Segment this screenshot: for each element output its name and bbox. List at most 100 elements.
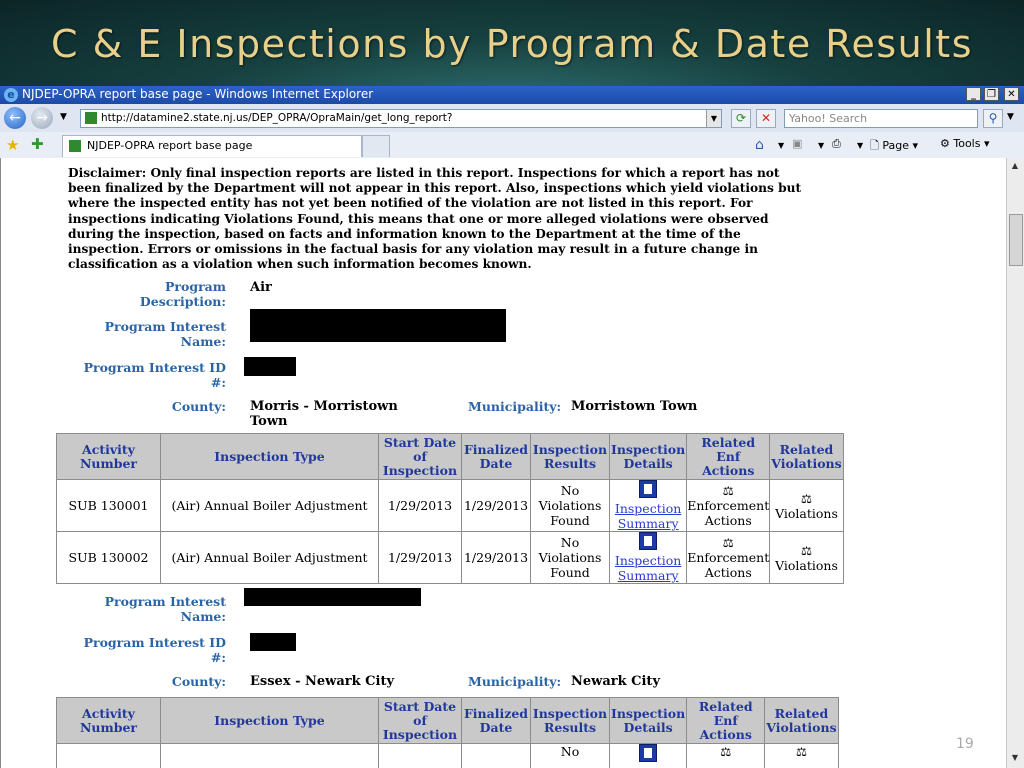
col-finalized-date: Finalized Date (461, 697, 531, 744)
program-interest-name-label: Program Interest Name: (104, 319, 226, 349)
close-window-button[interactable]: ✕ (1004, 87, 1019, 101)
address-dropdown-icon[interactable]: ▼ (706, 110, 721, 127)
table-row: SUB 130002 (Air) Annual Boiler Adjustmen… (56, 531, 844, 584)
finalized-date (461, 743, 531, 768)
tab-bar: ★ ✚ NJDEP-OPRA report base page ⌂ ▼ ▣ ▼ … (0, 132, 1024, 159)
print-icon[interactable]: ⎙ (832, 137, 841, 151)
redacted-interest-id (244, 357, 296, 376)
inspection-summary-link[interactable]: Inspection Summary (615, 553, 681, 583)
inspection-details-cell[interactable] (608, 743, 688, 768)
enforcement-gavel-icon[interactable]: ⚖ (720, 744, 731, 759)
col-activity-number: Activity Number (56, 697, 161, 744)
page-menu[interactable]: 🗋 Page ▾ (870, 137, 918, 156)
inspections-table: Activity Number Inspection Type Start Da… (56, 433, 844, 584)
inspection-summary-icon[interactable] (639, 744, 658, 762)
col-inspection-type: Inspection Type (160, 697, 379, 744)
inspection-summary-link[interactable]: Inspection Summary (615, 501, 681, 531)
enforcement-gavel-icon[interactable]: ⚖ (723, 535, 734, 550)
minimize-button[interactable]: _ (966, 87, 981, 101)
home-dropdown-icon[interactable]: ▼ (778, 141, 784, 150)
search-input[interactable]: Yahoo! Search (784, 109, 978, 128)
violations-link[interactable]: Violations (775, 506, 838, 521)
enforcement-gavel-icon[interactable]: ⚖ (723, 483, 734, 498)
col-start-date: Start Date of Inspection (378, 697, 462, 744)
forward-button[interactable]: → (31, 107, 53, 129)
window-title: NJDEP-OPRA report base page - Windows In… (22, 87, 374, 101)
inspection-summary-icon[interactable] (639, 532, 658, 550)
activity-number (56, 743, 161, 768)
address-toolbar: ← → ▼ http://datamine2.state.nj.us/DEP_O… (0, 104, 1024, 133)
page-menu-label: Page (882, 139, 909, 152)
col-activity-number: Activity Number (56, 433, 161, 480)
enforcement-actions-cell[interactable]: ⚖ Enforcement Actions (686, 479, 771, 532)
program-interest-id-label: Program Interest ID #: (83, 360, 226, 390)
col-inspection-results: Inspection Results (530, 697, 610, 744)
program-interest-id-label: Program Interest ID #: (83, 635, 226, 665)
refresh-button[interactable]: ⟳ (731, 109, 751, 128)
scrollbar-thumb[interactable] (1009, 214, 1023, 266)
col-finalized-date: Finalized Date (461, 433, 531, 480)
restore-button[interactable]: ❐ (984, 87, 999, 101)
new-tab-button[interactable] (362, 135, 390, 157)
print-dropdown-icon[interactable]: ▼ (857, 141, 863, 150)
municipality-value: Newark City (571, 674, 660, 689)
violations-scales-icon[interactable]: ⚖ (801, 491, 812, 506)
back-button[interactable]: ← (4, 107, 26, 129)
table-header-row: Activity Number Inspection Type Start Da… (56, 697, 839, 744)
finalized-date: 1/29/2013 (461, 479, 531, 532)
enforcement-actions-link[interactable]: Enforcement Actions (687, 550, 769, 580)
history-dropdown-icon[interactable]: ▼ (60, 112, 67, 122)
county-value: Essex - Newark City (250, 674, 395, 689)
inspection-summary-icon[interactable] (639, 480, 658, 498)
tab-favicon-icon (69, 140, 81, 152)
program-interest-name-label: Program Interest Name: (104, 594, 226, 624)
inspection-details-cell[interactable]: Inspection Summary (608, 531, 688, 584)
disclaimer-text: Disclaimer: Only final inspection report… (68, 166, 802, 272)
col-inspection-results: Inspection Results (530, 433, 610, 480)
stop-button[interactable]: ✕ (756, 109, 776, 128)
violations-cell[interactable]: ⚖ Violations (769, 531, 844, 584)
enforcement-actions-cell[interactable]: ⚖ (686, 743, 766, 768)
violations-cell[interactable]: ⚖ Violations (769, 479, 844, 532)
add-favorite-icon[interactable]: ✚ (31, 135, 44, 153)
search-options-icon[interactable]: ▼ (1007, 112, 1014, 122)
tab-report-base-page[interactable]: NJDEP-OPRA report base page (62, 135, 362, 157)
scroll-up-icon[interactable]: ▲ (1009, 160, 1021, 172)
favorites-star-icon[interactable]: ★ (6, 136, 19, 154)
scroll-down-icon[interactable]: ▼ (1009, 752, 1021, 764)
col-related-violations: Related Violations (769, 433, 844, 480)
violations-link[interactable]: Violations (775, 558, 838, 573)
tab-label: NJDEP-OPRA report base page (87, 139, 253, 152)
enforcement-actions-cell[interactable]: ⚖ Enforcement Actions (686, 531, 771, 584)
violations-cell[interactable]: ⚖ (764, 743, 839, 768)
col-related-enf-actions: Related Enf Actions (686, 433, 771, 480)
enforcement-actions-link[interactable]: Enforcement Actions (687, 498, 769, 528)
tools-menu[interactable]: ⚙ Tools ▾ (940, 137, 990, 150)
violations-scales-icon[interactable]: ⚖ (801, 543, 812, 558)
feeds-dropdown-icon[interactable]: ▼ (818, 141, 824, 150)
table-row: No ⚖ ⚖ (56, 743, 839, 768)
redacted-interest-name (250, 309, 506, 342)
start-date: 1/29/2013 (378, 531, 462, 584)
col-inspection-details: Inspection Details (608, 697, 688, 744)
col-inspection-type: Inspection Type (160, 433, 379, 480)
table-row: SUB 130001 (Air) Annual Boiler Adjustmen… (56, 479, 844, 532)
search-placeholder: Yahoo! Search (789, 112, 868, 125)
ie-logo-icon: e (4, 88, 18, 102)
search-button[interactable]: ⚲ (983, 109, 1003, 128)
county-label: County: (171, 674, 226, 689)
address-input[interactable]: http://datamine2.state.nj.us/DEP_OPRA/Op… (80, 109, 722, 128)
county-label: County: (171, 399, 226, 414)
violations-scales-icon[interactable]: ⚖ (796, 744, 807, 759)
col-start-date: Start Date of Inspection (378, 433, 462, 480)
home-icon[interactable]: ⌂ (755, 137, 764, 153)
program-description-label: Program Description: (139, 279, 226, 309)
redacted-interest-name (244, 588, 421, 606)
redacted-interest-id (250, 633, 296, 651)
window-titlebar: e NJDEP-OPRA report base page - Windows … (0, 86, 1024, 104)
inspection-details-cell[interactable]: Inspection Summary (608, 479, 688, 532)
municipality-value: Morristown Town (571, 399, 698, 414)
col-related-enf-actions: Related Enf Actions (686, 697, 766, 744)
feeds-icon[interactable]: ▣ (792, 137, 802, 150)
vertical-scrollbar[interactable]: ▲ ▼ (1006, 158, 1024, 768)
